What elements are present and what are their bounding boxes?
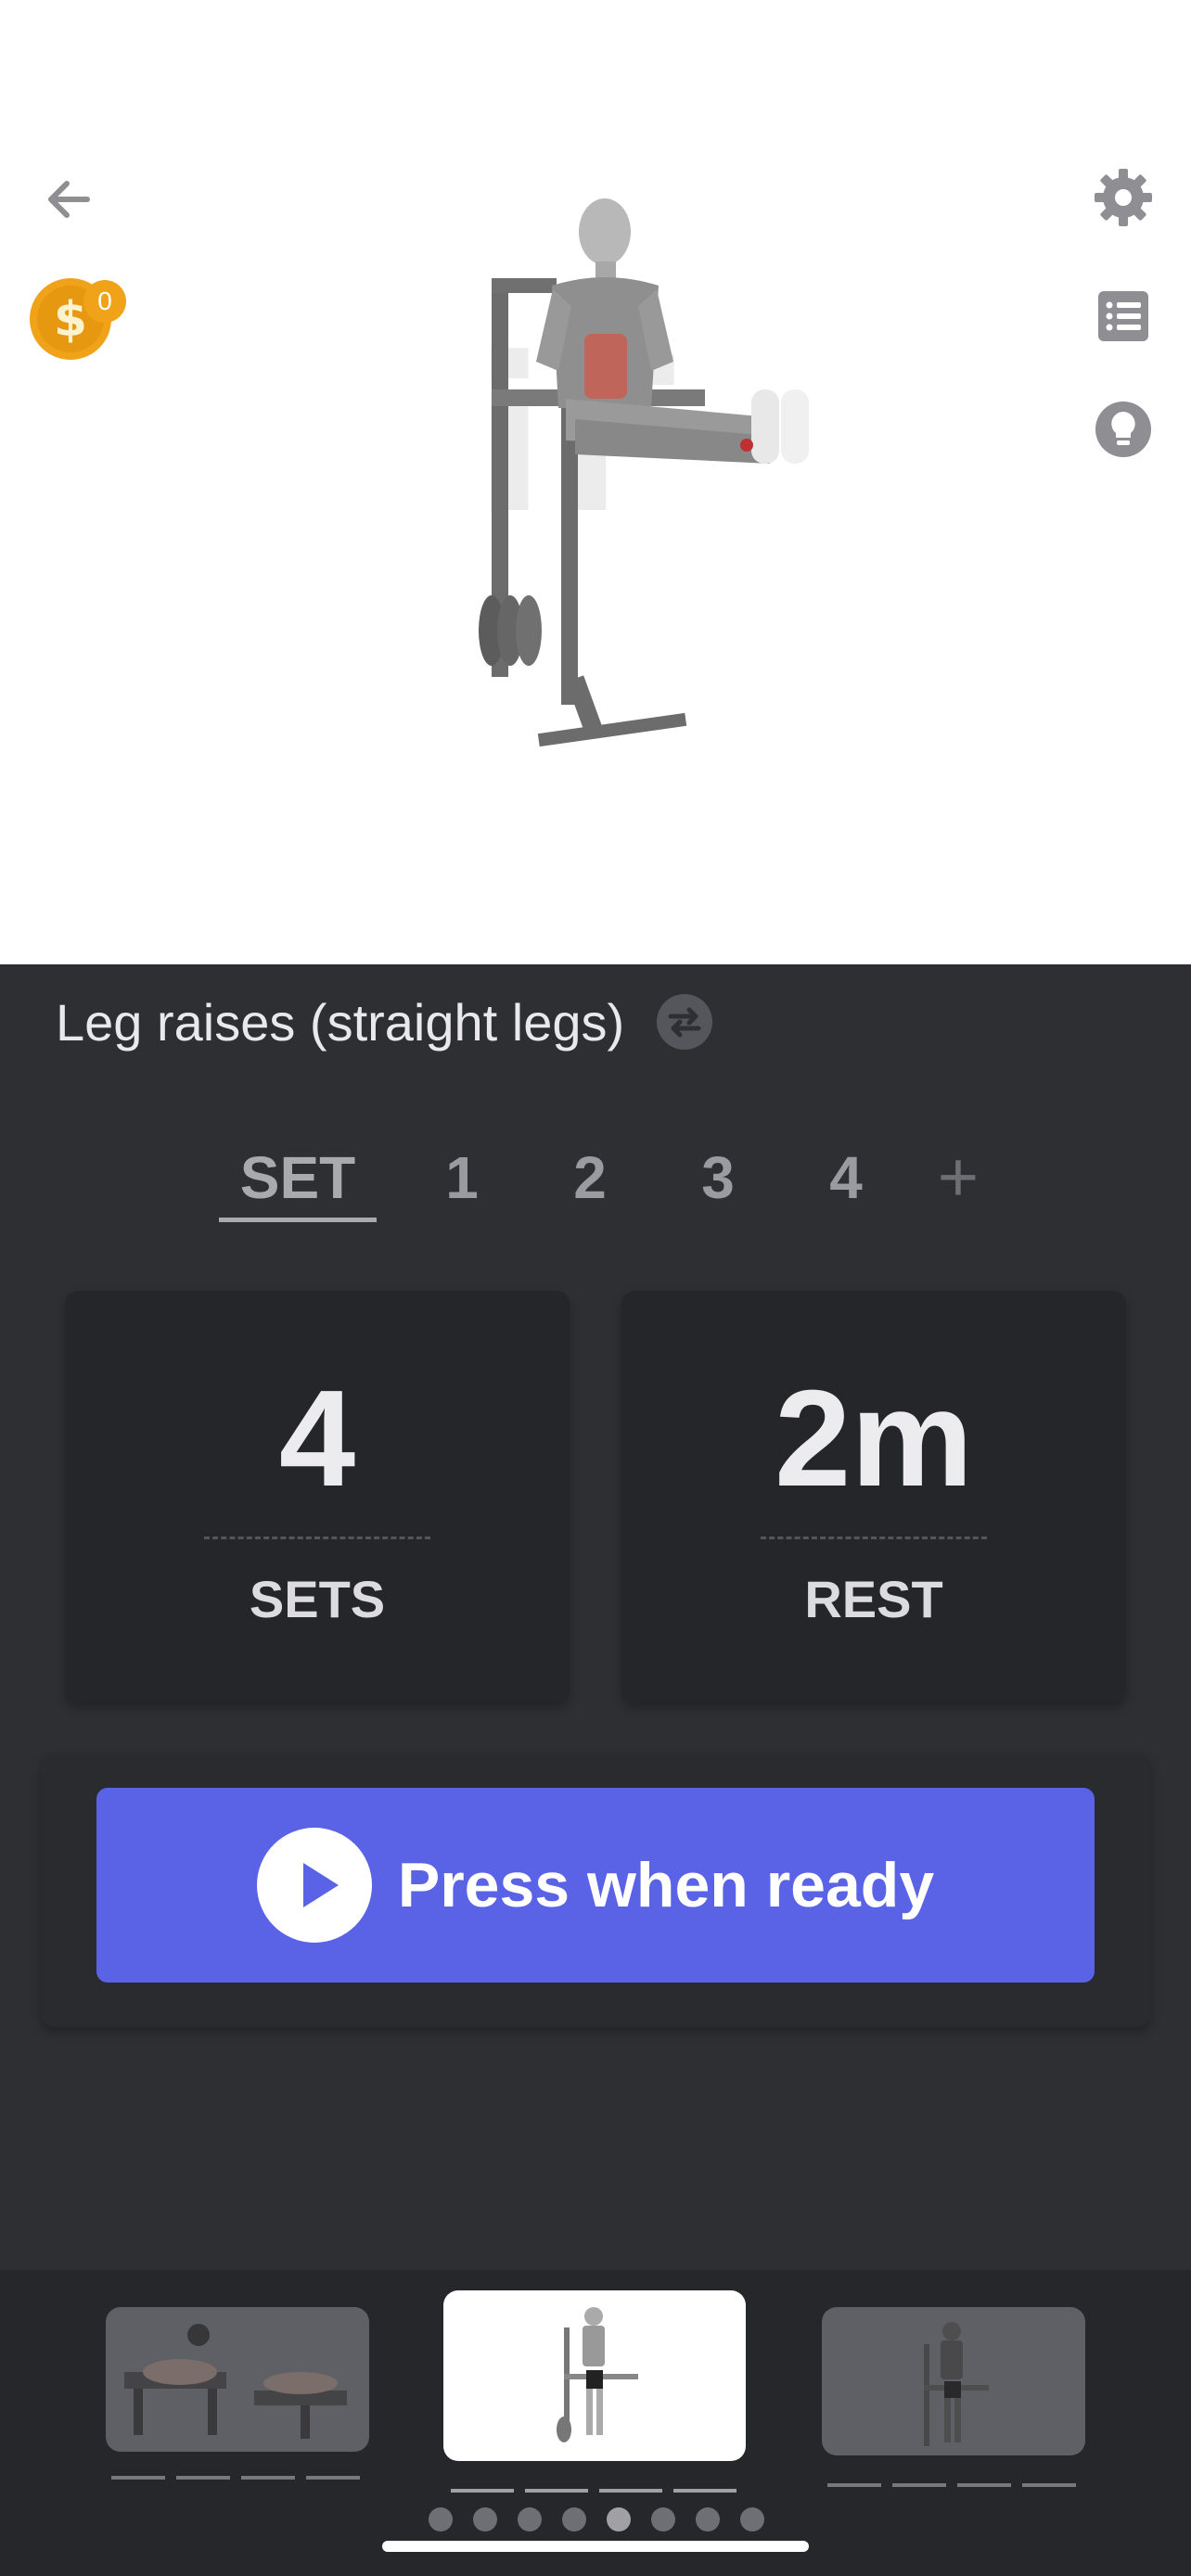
tab-set-4[interactable]: 4: [818, 1136, 874, 1219]
play-icon: [256, 1828, 372, 1943]
previous-exercise-sets-bars: [111, 2476, 371, 2480]
press-when-ready-button[interactable]: Press when ready: [96, 1788, 1095, 1983]
exercise-title-row: Leg raises (straight legs): [56, 985, 713, 1059]
list-icon[interactable]: [1091, 284, 1156, 349]
exercise-carousel: [0, 2270, 1191, 2576]
sets-divider: [204, 1537, 430, 1539]
current-exercise-sets-bars: [451, 2489, 748, 2493]
page-dot[interactable]: [429, 2507, 453, 2531]
swap-icon[interactable]: [656, 993, 713, 1051]
page-dot[interactable]: [562, 2507, 586, 2531]
leg-raise-figure-image: iF: [436, 176, 863, 779]
sets-card[interactable]: 4 SETS: [65, 1291, 570, 1702]
page-dot[interactable]: [740, 2507, 764, 2531]
ready-panel: Press when ready: [41, 1753, 1150, 2027]
page-dot[interactable]: [473, 2507, 497, 2531]
previous-exercise-thumbnail[interactable]: [106, 2307, 369, 2452]
back-arrow-icon[interactable]: [37, 167, 102, 232]
exercise-title: Leg raises (straight legs): [56, 992, 625, 1052]
next-exercise-thumbnail[interactable]: [822, 2307, 1085, 2455]
sets-label: SETS: [249, 1570, 386, 1628]
page-dot[interactable]: [518, 2507, 542, 2531]
tab-set-1[interactable]: 1: [434, 1136, 490, 1219]
sets-value: 4: [278, 1362, 356, 1515]
tip-lightbulb-icon[interactable]: [1091, 397, 1156, 462]
tab-set-3[interactable]: 3: [690, 1136, 746, 1219]
active-tab-underline: [219, 1218, 377, 1222]
page-dot[interactable]: [696, 2507, 720, 2531]
rest-value: 2m: [775, 1362, 973, 1515]
coin-count-badge: 0: [83, 280, 126, 323]
current-exercise-thumbnail[interactable]: [443, 2290, 746, 2461]
add-set-button[interactable]: +: [926, 1136, 991, 1219]
rest-label: REST: [804, 1570, 943, 1628]
rest-divider: [761, 1537, 987, 1539]
exercise-illustration-area: $ 0: [0, 0, 1191, 964]
page-dot[interactable]: [651, 2507, 675, 2531]
svg-text:$: $: [54, 292, 87, 348]
tab-set[interactable]: SET: [219, 1136, 377, 1219]
settings-gear-icon[interactable]: [1091, 165, 1156, 230]
next-exercise-sets-bars: [827, 2483, 1087, 2487]
press-when-ready-label: Press when ready: [397, 1850, 935, 1920]
tab-set-2[interactable]: 2: [562, 1136, 618, 1219]
page-dot-active[interactable]: [607, 2507, 631, 2531]
home-indicator[interactable]: [382, 2541, 809, 2552]
rest-card[interactable]: 2m REST: [621, 1291, 1126, 1702]
